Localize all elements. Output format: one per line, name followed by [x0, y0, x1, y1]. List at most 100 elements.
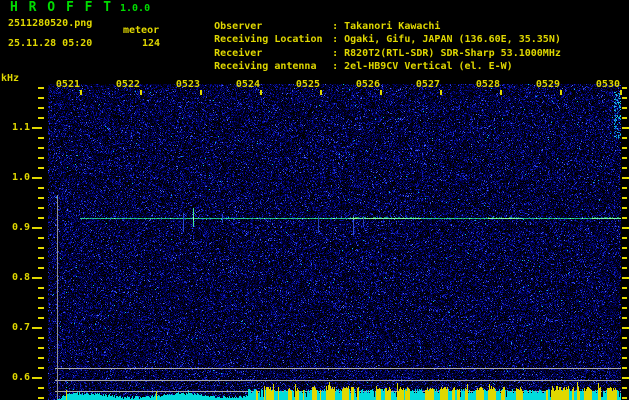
freq-major-tick: [622, 327, 629, 329]
info-separator: :: [332, 34, 339, 45]
freq-tick-label: 0.7: [11, 322, 30, 333]
freq-major-tick: [32, 177, 42, 179]
freq-major-tick: [32, 127, 42, 129]
freq-tick-label: 1.1: [11, 122, 30, 133]
freq-minor-tick: [38, 297, 44, 299]
output-filename: 2511280520.png: [8, 18, 93, 29]
info-label: Receiving antenna: [214, 61, 317, 72]
freq-minor-tick: [38, 287, 44, 289]
freq-minor-tick: [622, 167, 627, 169]
time-tick-label: 0530: [595, 79, 620, 90]
info-value: 2el-HB9CV Vertical (el. E-W): [344, 61, 513, 72]
freq-minor-tick: [622, 297, 627, 299]
freq-minor-tick: [38, 397, 44, 399]
freq-major-tick: [622, 127, 629, 129]
freq-minor-tick: [38, 97, 44, 99]
freq-minor-tick: [622, 97, 627, 99]
freq-minor-tick: [622, 287, 627, 289]
spectrogram-canvas: [48, 84, 621, 400]
freq-minor-tick: [622, 187, 627, 189]
freq-minor-tick: [38, 137, 44, 139]
freq-minor-tick: [38, 337, 44, 339]
hrofft-window: H R O F F T 1.0.0 2511280520.png meteor …: [0, 0, 629, 400]
app-version: 1.0.0: [120, 3, 151, 14]
freq-minor-tick: [38, 217, 44, 219]
freq-minor-tick: [622, 307, 627, 309]
station-info: Observer: Takanori Kawachi Receiving Loca…: [178, 6, 561, 73]
freq-major-tick: [32, 227, 42, 229]
freq-minor-tick: [38, 167, 44, 169]
info-value: Ogaki, Gifu, JAPAN (136.60E, 35.35N): [344, 34, 561, 45]
freq-minor-tick: [38, 357, 44, 359]
freq-minor-tick: [38, 317, 44, 319]
freq-minor-tick: [38, 247, 44, 249]
freq-major-tick: [32, 327, 42, 329]
freq-major-tick: [32, 277, 42, 279]
freq-minor-tick: [622, 207, 627, 209]
info-separator: :: [332, 47, 339, 59]
freq-minor-tick: [38, 157, 44, 159]
freq-major-tick: [622, 227, 629, 229]
freq-minor-tick: [38, 117, 44, 119]
echo-count: 124: [141, 38, 160, 49]
freq-major-tick: [32, 377, 42, 379]
freq-minor-tick: [622, 267, 627, 269]
info-label: Receiver: [214, 47, 263, 59]
freq-minor-tick: [622, 397, 627, 399]
freq-minor-tick: [622, 337, 627, 339]
freq-tick-label: 0.9: [11, 222, 30, 233]
freq-minor-tick: [622, 237, 627, 239]
freq-minor-tick: [622, 157, 627, 159]
freq-minor-tick: [38, 307, 44, 309]
freq-minor-tick: [38, 367, 44, 369]
info-value: Takanori Kawachi: [344, 20, 441, 32]
freq-minor-tick: [38, 147, 44, 149]
freq-minor-tick: [38, 347, 44, 349]
freq-tick-label: 0.8: [11, 272, 30, 283]
freq-minor-tick: [622, 247, 627, 249]
freq-minor-tick: [622, 317, 627, 319]
freq-major-tick: [622, 177, 629, 179]
time-tick-label: 0528: [475, 79, 500, 90]
info-value: R820T2(RTL-SDR) SDR-Sharp 53.1000MHz: [344, 47, 561, 59]
freq-minor-tick: [622, 147, 627, 149]
freq-minor-tick: [622, 387, 627, 389]
freq-minor-tick: [622, 117, 627, 119]
observation-datetime: 25.11.28 05:20: [8, 38, 93, 49]
freq-axis-unit: kHz: [1, 73, 20, 84]
time-tick-label: 0522: [115, 79, 140, 90]
info-label: Receiving Location: [214, 34, 323, 45]
freq-minor-tick: [622, 347, 627, 349]
freq-tick-label: 1.0: [11, 172, 30, 183]
freq-minor-tick: [38, 187, 44, 189]
info-row-observer: Observer: Takanori Kawachi: [178, 6, 561, 32]
info-label: Observer: [214, 20, 263, 32]
freq-minor-tick: [622, 107, 627, 109]
freq-minor-tick: [38, 87, 44, 89]
time-tick-label: 0521: [55, 79, 80, 90]
freq-minor-tick: [622, 217, 627, 219]
info-separator: :: [332, 61, 339, 72]
time-tick-label: 0524: [235, 79, 260, 90]
freq-minor-tick: [622, 197, 627, 199]
freq-minor-tick: [38, 197, 44, 199]
freq-minor-tick: [38, 107, 44, 109]
freq-tick-label: 0.6: [11, 372, 30, 383]
app-title: H R O F F T: [10, 0, 113, 15]
time-tick-label: 0529: [535, 79, 560, 90]
time-tick-label: 0526: [355, 79, 380, 90]
info-separator: :: [332, 20, 339, 32]
freq-minor-tick: [622, 357, 627, 359]
freq-minor-tick: [622, 367, 627, 369]
freq-minor-tick: [622, 257, 627, 259]
freq-minor-tick: [38, 387, 44, 389]
freq-major-tick: [622, 277, 629, 279]
time-tick-label: 0523: [175, 79, 200, 90]
freq-minor-tick: [622, 137, 627, 139]
freq-minor-tick: [622, 87, 627, 89]
time-tick-label: 0525: [295, 79, 320, 90]
freq-minor-tick: [38, 267, 44, 269]
mode-label: meteor: [123, 25, 160, 36]
time-tick-label: 0527: [415, 79, 440, 90]
freq-minor-tick: [38, 237, 44, 239]
